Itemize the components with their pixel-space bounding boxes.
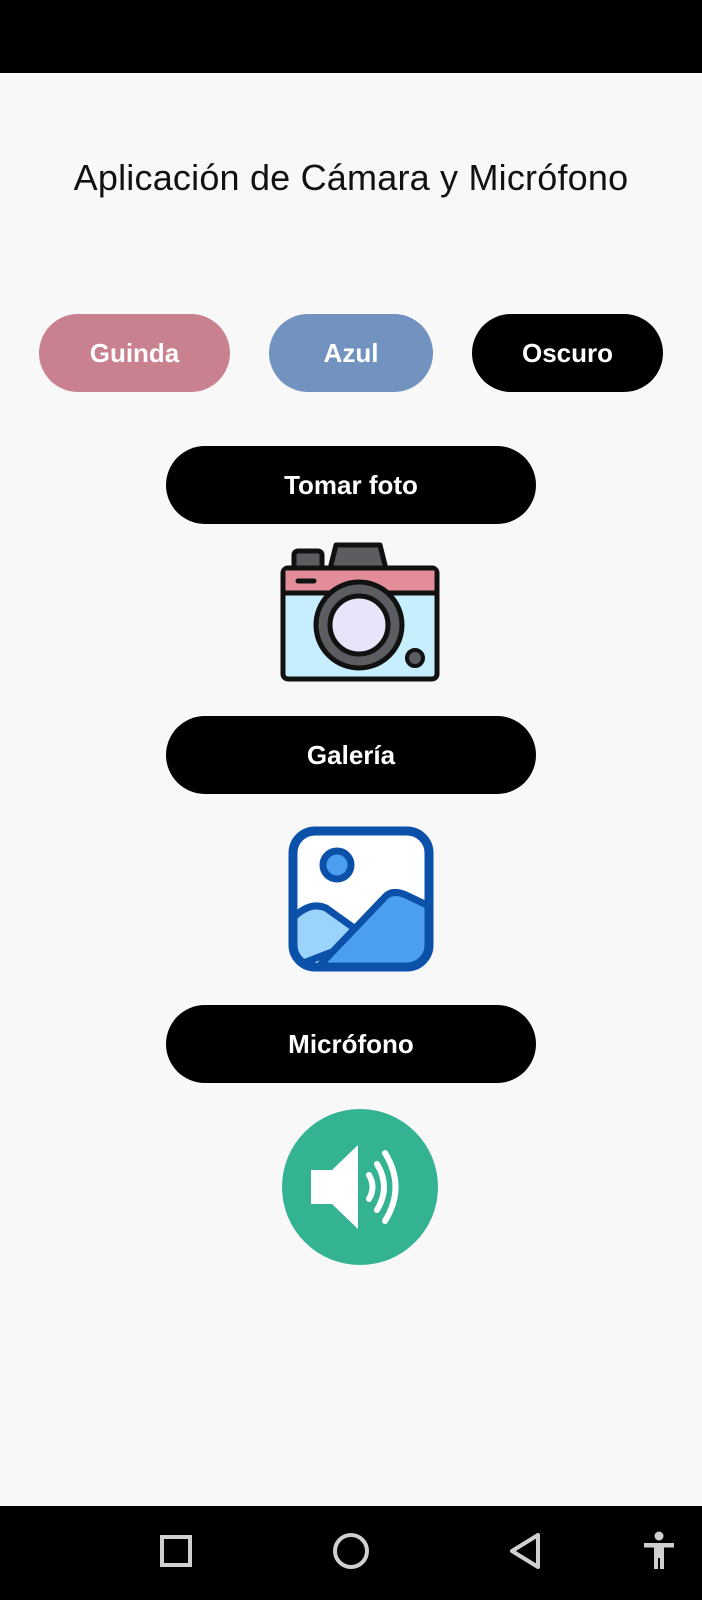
theme-guinda-button[interactable]: Guinda xyxy=(39,314,230,392)
gallery-button[interactable]: Galería xyxy=(166,716,536,794)
main-content: Aplicación de Cámara y Micrófono Guinda … xyxy=(0,73,702,1506)
page-title: Aplicación de Cámara y Micrófono xyxy=(73,157,629,198)
speaker-icon[interactable] xyxy=(281,1108,439,1266)
theme-azul-button[interactable]: Azul xyxy=(269,314,433,392)
navigation-bar xyxy=(0,1506,702,1600)
status-bar xyxy=(0,0,702,73)
theme-oscuro-button[interactable]: Oscuro xyxy=(472,314,663,392)
microphone-button[interactable]: Micrófono xyxy=(166,1005,536,1083)
back-icon[interactable] xyxy=(503,1528,549,1574)
camera-icon[interactable] xyxy=(280,540,440,682)
gallery-icon[interactable] xyxy=(288,826,434,972)
home-icon[interactable] xyxy=(328,1528,374,1574)
recents-icon[interactable] xyxy=(153,1528,199,1574)
take-photo-button[interactable]: Tomar foto xyxy=(166,446,536,524)
accessibility-icon[interactable] xyxy=(636,1528,682,1574)
